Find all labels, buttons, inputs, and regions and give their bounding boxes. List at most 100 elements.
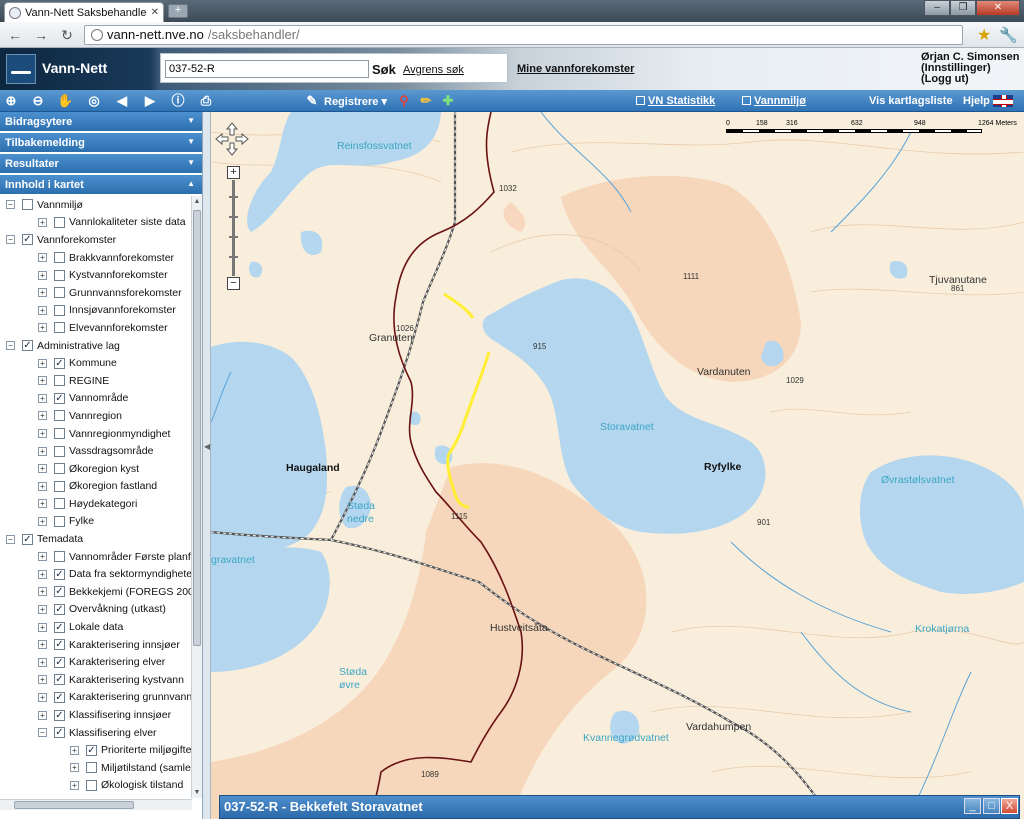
address-bar[interactable]: vann-nett.nve.no/saksbehandler/ <box>84 24 963 45</box>
layer-checkbox[interactable] <box>54 463 65 475</box>
layer-checkbox[interactable] <box>54 216 65 228</box>
logout-link[interactable]: (Logg ut) <box>921 74 1019 85</box>
sidebar-section-header[interactable]: Tilbakemelding ▼ <box>0 133 202 152</box>
collapse-icon[interactable]: − <box>6 341 15 351</box>
pan-control[interactable] <box>215 122 249 156</box>
expand-icon[interactable]: + <box>38 481 47 491</box>
layer-checkbox[interactable]: ✓ <box>22 340 33 352</box>
layer-tree-item[interactable]: + ✓ Data fra sektormyndighete <box>0 565 192 583</box>
scroll-up-arrow-icon[interactable]: ▲ <box>193 198 201 205</box>
vn-statistics-link[interactable]: VN Statistikk <box>636 95 715 107</box>
chevron-down-icon[interactable]: ▼ <box>187 116 195 125</box>
next-extent-icon[interactable]: ▶ <box>142 93 158 109</box>
layer-checkbox[interactable] <box>54 515 65 527</box>
popup-maximize-button[interactable]: □ <box>983 798 1000 814</box>
layer-checkbox[interactable]: ✓ <box>54 392 65 404</box>
expand-icon[interactable]: + <box>38 270 47 280</box>
expand-icon[interactable]: + <box>38 569 47 579</box>
layer-tree-item[interactable]: + Innsjøvannforekomster <box>0 302 192 320</box>
collapse-arrow-icon[interactable]: ◀ <box>204 442 210 451</box>
expand-icon[interactable]: + <box>38 393 47 403</box>
expand-icon[interactable]: + <box>38 446 47 456</box>
waterbody-popup[interactable]: 037-52-R - Bekkefelt Storavatnet _ □ X <box>219 795 1020 819</box>
popup-minimize-button[interactable]: _ <box>964 798 981 814</box>
layer-checkbox[interactable] <box>54 287 65 299</box>
expand-icon[interactable]: + <box>38 604 47 614</box>
zoom-minus-button[interactable]: − <box>227 277 240 290</box>
layer-tree-item[interactable]: + ✓ Lokale data <box>0 618 192 636</box>
register-menu[interactable]: Registrere ▾ <box>324 95 387 108</box>
expand-icon[interactable]: + <box>38 587 47 597</box>
layer-tree-item[interactable]: − ✓ Klassifisering elver <box>0 724 192 742</box>
layer-tree-item[interactable]: + ✓ Vannområde <box>0 390 192 408</box>
search-button[interactable]: Søk <box>372 62 396 77</box>
expand-icon[interactable]: + <box>70 780 79 790</box>
zoom-slider[interactable]: + − <box>227 166 241 290</box>
expand-icon[interactable]: + <box>38 288 47 298</box>
layer-tree-item[interactable]: + Vannområder Første planfa <box>0 548 192 566</box>
expand-icon[interactable]: + <box>38 217 47 227</box>
chevron-down-icon[interactable]: ▼ <box>187 137 195 146</box>
layer-tree-item[interactable]: + Kystvannforekomster <box>0 266 192 284</box>
scroll-down-arrow-icon[interactable]: ▼ <box>193 789 201 796</box>
layer-checkbox[interactable]: ✓ <box>54 656 65 668</box>
map-view[interactable]: Reinsfossvatnet 1032 1111 Tjuvanutane 861 102… <box>211 112 1024 819</box>
back-arrow-icon[interactable]: ← <box>6 26 24 44</box>
layer-tree-item[interactable]: + ✓ Prioriterte miljøgifte <box>0 741 192 759</box>
close-tab-icon[interactable]: ✕ <box>151 7 159 18</box>
english-flag-icon[interactable] <box>993 95 1013 107</box>
layer-checkbox[interactable] <box>54 410 65 422</box>
forward-arrow-icon[interactable]: → <box>32 26 50 44</box>
layer-tree-item[interactable]: + ✓ Kommune <box>0 354 192 372</box>
expand-icon[interactable]: + <box>38 622 47 632</box>
expand-icon[interactable]: + <box>38 464 47 474</box>
expand-icon[interactable]: + <box>38 305 47 315</box>
layer-checkbox[interactable] <box>54 480 65 492</box>
layer-tree-item[interactable]: + Elvevannforekomster <box>0 319 192 337</box>
popup-close-button[interactable]: X <box>1001 798 1018 814</box>
layer-tree-item[interactable]: + Økologisk tilstand <box>0 777 192 795</box>
search-input[interactable] <box>165 60 369 78</box>
layer-checkbox[interactable] <box>54 551 65 563</box>
expand-icon[interactable]: + <box>38 376 47 386</box>
expand-icon[interactable]: + <box>38 516 47 526</box>
sidebar-section-header[interactable]: Resultater ▼ <box>0 154 202 173</box>
layer-checkbox[interactable] <box>86 779 97 791</box>
layer-tree-item[interactable]: + ✓ Karakterisering kystvann <box>0 671 192 689</box>
layer-checkbox[interactable] <box>54 322 65 334</box>
layer-tree-item[interactable]: + Vannlokaliteter siste data <box>0 214 192 232</box>
wrench-icon[interactable]: 🔧 <box>999 26 1018 44</box>
chevron-down-icon[interactable]: ▼ <box>187 158 195 167</box>
add-user-icon[interactable]: ✚ <box>440 93 456 109</box>
layer-tree-item[interactable]: + ✓ Karakterisering grunnvann <box>0 689 192 707</box>
bookmark-star-icon[interactable]: ★ <box>977 25 991 45</box>
layer-tree-item[interactable]: + Miljøtilstand (samlet <box>0 759 192 777</box>
expand-icon[interactable]: + <box>38 692 47 702</box>
layer-checkbox[interactable]: ✓ <box>54 621 65 633</box>
zoom-out-icon[interactable]: ⊖ <box>30 93 46 109</box>
pan-arrows-icon[interactable] <box>215 122 249 156</box>
expand-icon[interactable]: + <box>38 710 47 720</box>
expand-icon[interactable]: + <box>38 640 47 650</box>
layer-checkbox[interactable] <box>54 252 65 264</box>
layer-tree-item[interactable]: + Økoregion fastland <box>0 478 192 496</box>
layer-checkbox[interactable] <box>86 762 97 774</box>
previous-extent-icon[interactable]: ◀ <box>114 93 130 109</box>
layer-checkbox[interactable] <box>54 269 65 281</box>
collapse-icon[interactable]: − <box>6 200 15 210</box>
layer-tree-item[interactable]: + Høydekategori <box>0 495 192 513</box>
browser-tab[interactable]: Vann-Nett Saksbehandler ✕ <box>4 2 164 22</box>
layer-tree-item[interactable]: + Fylke <box>0 513 192 531</box>
layer-checkbox[interactable] <box>54 375 65 387</box>
minimize-window-button[interactable]: – <box>924 0 950 16</box>
layer-checkbox[interactable]: ✓ <box>54 639 65 651</box>
layer-checkbox[interactable]: ✓ <box>54 674 65 686</box>
help-link[interactable]: Hjelp <box>963 95 990 107</box>
zoom-extent-icon[interactable]: ◎ <box>86 93 102 109</box>
my-waterbodies-link[interactable]: Mine vannforekomster <box>517 63 634 75</box>
expand-icon[interactable]: + <box>38 499 47 509</box>
print-icon[interactable]: ⎙ <box>198 93 214 109</box>
new-tab-button[interactable]: + <box>168 4 188 18</box>
layer-tree-item[interactable]: + Vassdragsområde <box>0 442 192 460</box>
layer-tree-item[interactable]: + Vannregionmyndighet <box>0 425 192 443</box>
